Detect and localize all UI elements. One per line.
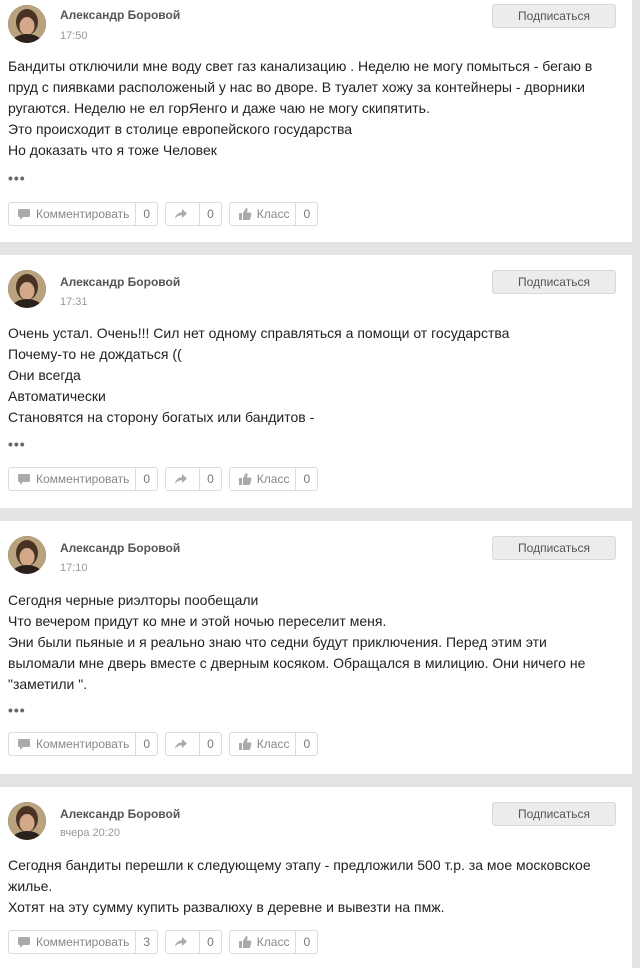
comment-count: 0 [135, 733, 157, 755]
post-time: вчера 20:20 [60, 827, 121, 839]
share-button[interactable]: 0 [165, 467, 222, 491]
comment-count: 3 [135, 931, 157, 953]
post-text: Бандиты отключили мне воду свет газ кана… [8, 56, 618, 161]
post-text: Сегодня черные риэлторы пообещали Что ве… [8, 590, 618, 695]
comment-label: Комментировать [36, 935, 130, 949]
post-text: Очень устал. Очень!!! Сил нет одному спр… [8, 323, 618, 428]
like-button[interactable]: Класс 0 [228, 930, 319, 954]
avatar[interactable] [8, 802, 46, 840]
like-label: Класс [256, 935, 290, 949]
comment-icon [18, 209, 30, 220]
post: Александр Боровой 17:50 Подписаться Банд… [0, 0, 632, 242]
comment-count: 0 [135, 203, 157, 225]
share-button[interactable]: 0 [165, 732, 222, 756]
post-line: выломали мне дверь вместе с дверным кося… [8, 655, 586, 671]
post-time: 17:10 [60, 562, 88, 574]
share-icon [175, 209, 188, 219]
like-count: 0 [295, 203, 317, 225]
share-count: 0 [199, 733, 221, 755]
comment-label: Комментировать [36, 737, 130, 751]
like-label: Класс [256, 737, 290, 751]
avatar[interactable] [8, 5, 46, 43]
post-actions: Комментировать 0 0 Класс 0 [8, 467, 319, 491]
comment-icon [18, 937, 30, 948]
post-line: Бандиты отключили мне воду свет газ кана… [8, 58, 593, 74]
post-line: жилье. [8, 878, 53, 894]
avatar[interactable] [8, 270, 46, 308]
post-line: Это происходит в столице европейского го… [8, 121, 353, 137]
post-time: 17:31 [60, 296, 88, 308]
like-count: 0 [295, 468, 317, 490]
comment-icon [18, 739, 30, 750]
subscribe-button[interactable]: Подписаться [492, 802, 616, 826]
thumbs-up-icon [238, 738, 252, 750]
thumbs-up-icon [238, 936, 252, 948]
post-line: Автоматически [8, 388, 106, 404]
share-button[interactable]: 0 [165, 202, 222, 226]
share-icon [175, 474, 188, 484]
share-icon [175, 739, 188, 749]
share-count: 0 [199, 203, 221, 225]
post-actions: Комментировать 3 0 Класс 0 [8, 930, 319, 954]
post: Александр Боровой 17:10 Подписаться Сего… [0, 521, 632, 774]
post-line: Что вечером придут ко мне и этой ночью п… [8, 613, 387, 629]
share-button[interactable]: 0 [165, 930, 222, 954]
comment-button[interactable]: Комментировать 3 [8, 930, 159, 954]
post-line: Почему-то не дождаться (( [8, 346, 182, 362]
comment-button[interactable]: Комментировать 0 [8, 202, 159, 226]
comment-button[interactable]: Комментировать 0 [8, 732, 159, 756]
like-button[interactable]: Класс 0 [228, 202, 319, 226]
post-line: "заметили ". [8, 676, 88, 692]
share-icon [175, 937, 188, 947]
comment-button[interactable]: Комментировать 0 [8, 467, 159, 491]
post-line: Очень устал. Очень!!! Сил нет одному спр… [8, 325, 510, 341]
comment-label: Комментировать [36, 472, 130, 486]
post-line: Но доказать что я тоже Человек [8, 142, 217, 158]
like-button[interactable]: Класс 0 [228, 467, 319, 491]
post: Александр Боровой вчера 20:20 Подписатьс… [0, 787, 632, 968]
post-actions: Комментировать 0 0 Класс 0 [8, 202, 319, 226]
post-line: Становятся на сторону богатых или бандит… [8, 409, 315, 425]
author-name[interactable]: Александр Боровой [60, 807, 180, 821]
post-line: Сегодня черные риэлторы пообещали [8, 592, 259, 608]
author-name[interactable]: Александр Боровой [60, 275, 180, 289]
more-icon[interactable]: ••• [8, 702, 26, 718]
subscribe-button[interactable]: Подписаться [492, 4, 616, 28]
share-count: 0 [199, 931, 221, 953]
comment-count: 0 [135, 468, 157, 490]
author-name[interactable]: Александр Боровой [60, 541, 180, 555]
like-label: Класс [256, 472, 290, 486]
like-button[interactable]: Класс 0 [228, 732, 319, 756]
post-line: Эни были пьяные и я реально знаю что сед… [8, 634, 547, 650]
post-line: ругаются. Неделю не ел горЯенго и даже ч… [8, 100, 430, 116]
post-line: пруд с пиявками расположеный у нас во дв… [8, 79, 585, 95]
post-line: Они всегда [8, 367, 81, 383]
post-text: Сегодня бандиты перешли к следующему эта… [8, 855, 618, 918]
post: Александр Боровой 17:31 Подписаться Очен… [0, 255, 632, 508]
subscribe-button[interactable]: Подписаться [492, 536, 616, 560]
more-icon[interactable]: ••• [8, 170, 26, 186]
comment-label: Комментировать [36, 207, 130, 221]
like-label: Класс [256, 207, 290, 221]
like-count: 0 [295, 931, 317, 953]
thumbs-up-icon [238, 208, 252, 220]
subscribe-button[interactable]: Подписаться [492, 270, 616, 294]
post-line: Хотят на эту сумму купить развалюху в де… [8, 899, 445, 915]
thumbs-up-icon [238, 473, 252, 485]
post-line: Сегодня бандиты перешли к следующему эта… [8, 857, 591, 873]
more-icon[interactable]: ••• [8, 436, 26, 452]
avatar[interactable] [8, 536, 46, 574]
comment-icon [18, 474, 30, 485]
share-count: 0 [199, 468, 221, 490]
post-time: 17:50 [60, 30, 88, 42]
post-actions: Комментировать 0 0 Класс 0 [8, 732, 319, 756]
author-name[interactable]: Александр Боровой [60, 8, 180, 22]
like-count: 0 [295, 733, 317, 755]
